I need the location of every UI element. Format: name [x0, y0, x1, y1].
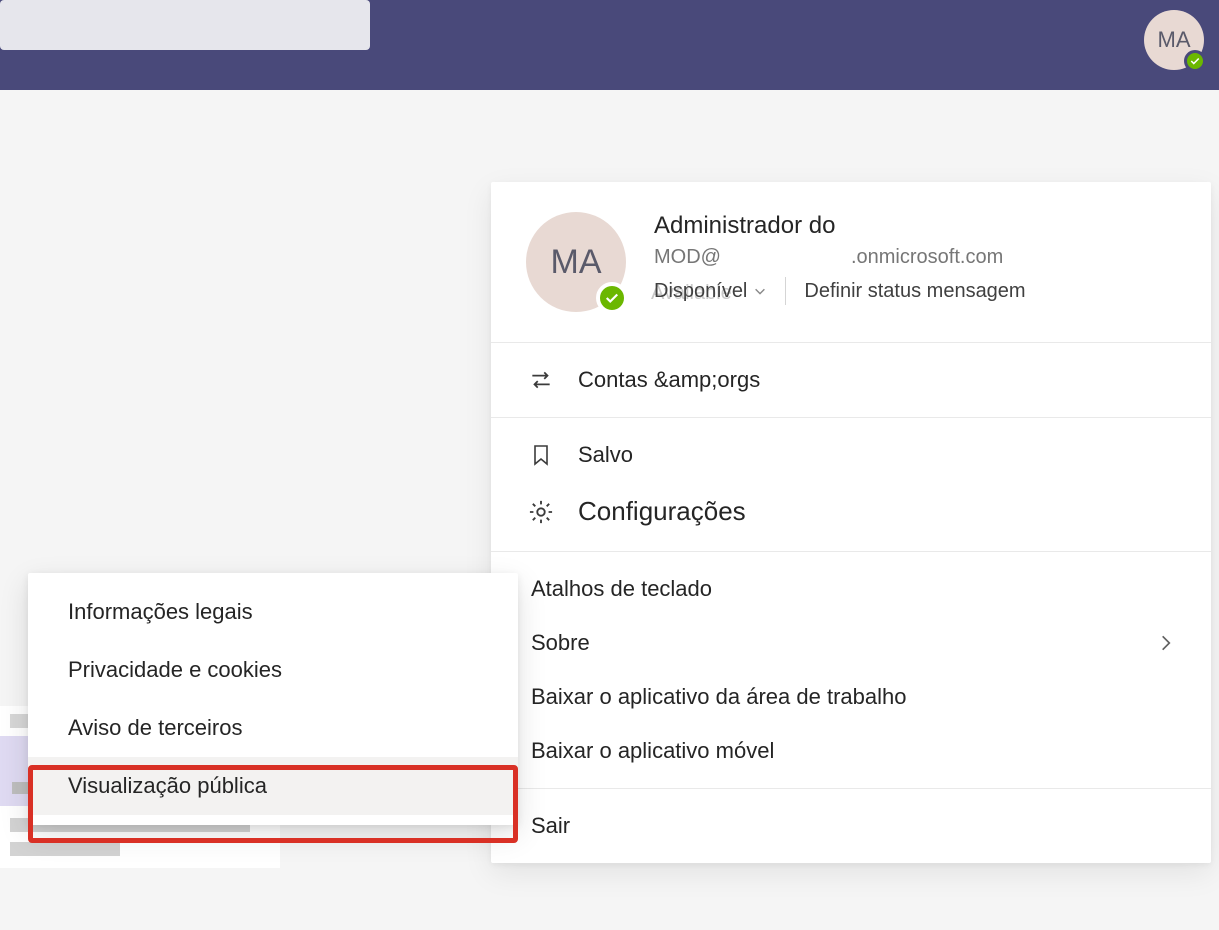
about-item[interactable]: Sobre [491, 616, 1211, 670]
gear-icon [526, 498, 556, 526]
sign-out-item[interactable]: Sair [491, 799, 1211, 853]
menu-item-label: Salvo [578, 442, 633, 468]
swap-icon [526, 367, 556, 393]
submenu-item-thirdparty[interactable]: Aviso de terceiros [28, 699, 518, 757]
avatar-initials-large: MA [551, 243, 602, 282]
download-desktop-item[interactable]: Baixar o aplicativo da área de trabalho [491, 670, 1211, 724]
presence-indicator-icon [1184, 50, 1206, 72]
bookmark-icon [526, 442, 556, 468]
presence-indicator-icon [596, 282, 628, 314]
download-mobile-item[interactable]: Baixar o aplicativo móvel [491, 724, 1211, 778]
profile-header: MA Administrador do MOD@.onmicrosoft.com… [491, 182, 1211, 343]
profile-menu-panel: MA Administrador do MOD@.onmicrosoft.com… [491, 182, 1211, 863]
menu-item-label: Sobre [531, 630, 590, 656]
submenu-item-public-preview[interactable]: Visualização pública [28, 757, 518, 815]
profile-name: Administrador do [654, 212, 1026, 240]
menu-item-label: Baixar o aplicativo da área de trabalho [531, 684, 906, 710]
submenu-label: Privacidade e cookies [68, 657, 282, 682]
settings-item[interactable]: Configurações [491, 482, 1211, 541]
about-submenu: Informações legais Privacidade e cookies… [28, 573, 518, 825]
workspace: MA Administrador do MOD@.onmicrosoft.com… [0, 90, 1219, 930]
submenu-label: Aviso de terceiros [68, 715, 242, 740]
menu-item-label: Sair [531, 813, 570, 839]
status-label: Disponível [654, 280, 747, 303]
avatar-initials: MA [1158, 27, 1191, 53]
submenu-label: Visualização pública [68, 773, 267, 798]
profile-email: MOD@.onmicrosoft.com [654, 246, 1026, 269]
search-input[interactable] [0, 0, 370, 50]
titlebar: MA [0, 0, 1219, 90]
profile-avatar-button[interactable]: MA [1144, 10, 1204, 70]
menu-item-label: Baixar o aplicativo móvel [531, 738, 774, 764]
keyboard-shortcuts-item[interactable]: Atalhos de teclado [491, 562, 1211, 616]
chevron-right-icon [1156, 633, 1176, 653]
divider [785, 277, 786, 305]
submenu-label: Informações legais [68, 599, 253, 624]
menu-item-label: Atalhos de teclado [531, 576, 712, 602]
menu-item-label: Configurações [578, 496, 746, 527]
status-dropdown[interactable]: Available Disponível [654, 280, 767, 303]
accounts-orgs-item[interactable]: Contas &amp;orgs [491, 353, 1211, 407]
submenu-item-legal[interactable]: Informações legais [28, 583, 518, 641]
menu-item-label: Contas &amp;orgs [578, 367, 760, 393]
chevron-down-icon [753, 284, 767, 298]
profile-avatar: MA [526, 212, 626, 312]
set-status-message-link[interactable]: Definir status mensagem [804, 280, 1025, 303]
saved-item[interactable]: Salvo [491, 428, 1211, 482]
submenu-item-privacy[interactable]: Privacidade e cookies [28, 641, 518, 699]
